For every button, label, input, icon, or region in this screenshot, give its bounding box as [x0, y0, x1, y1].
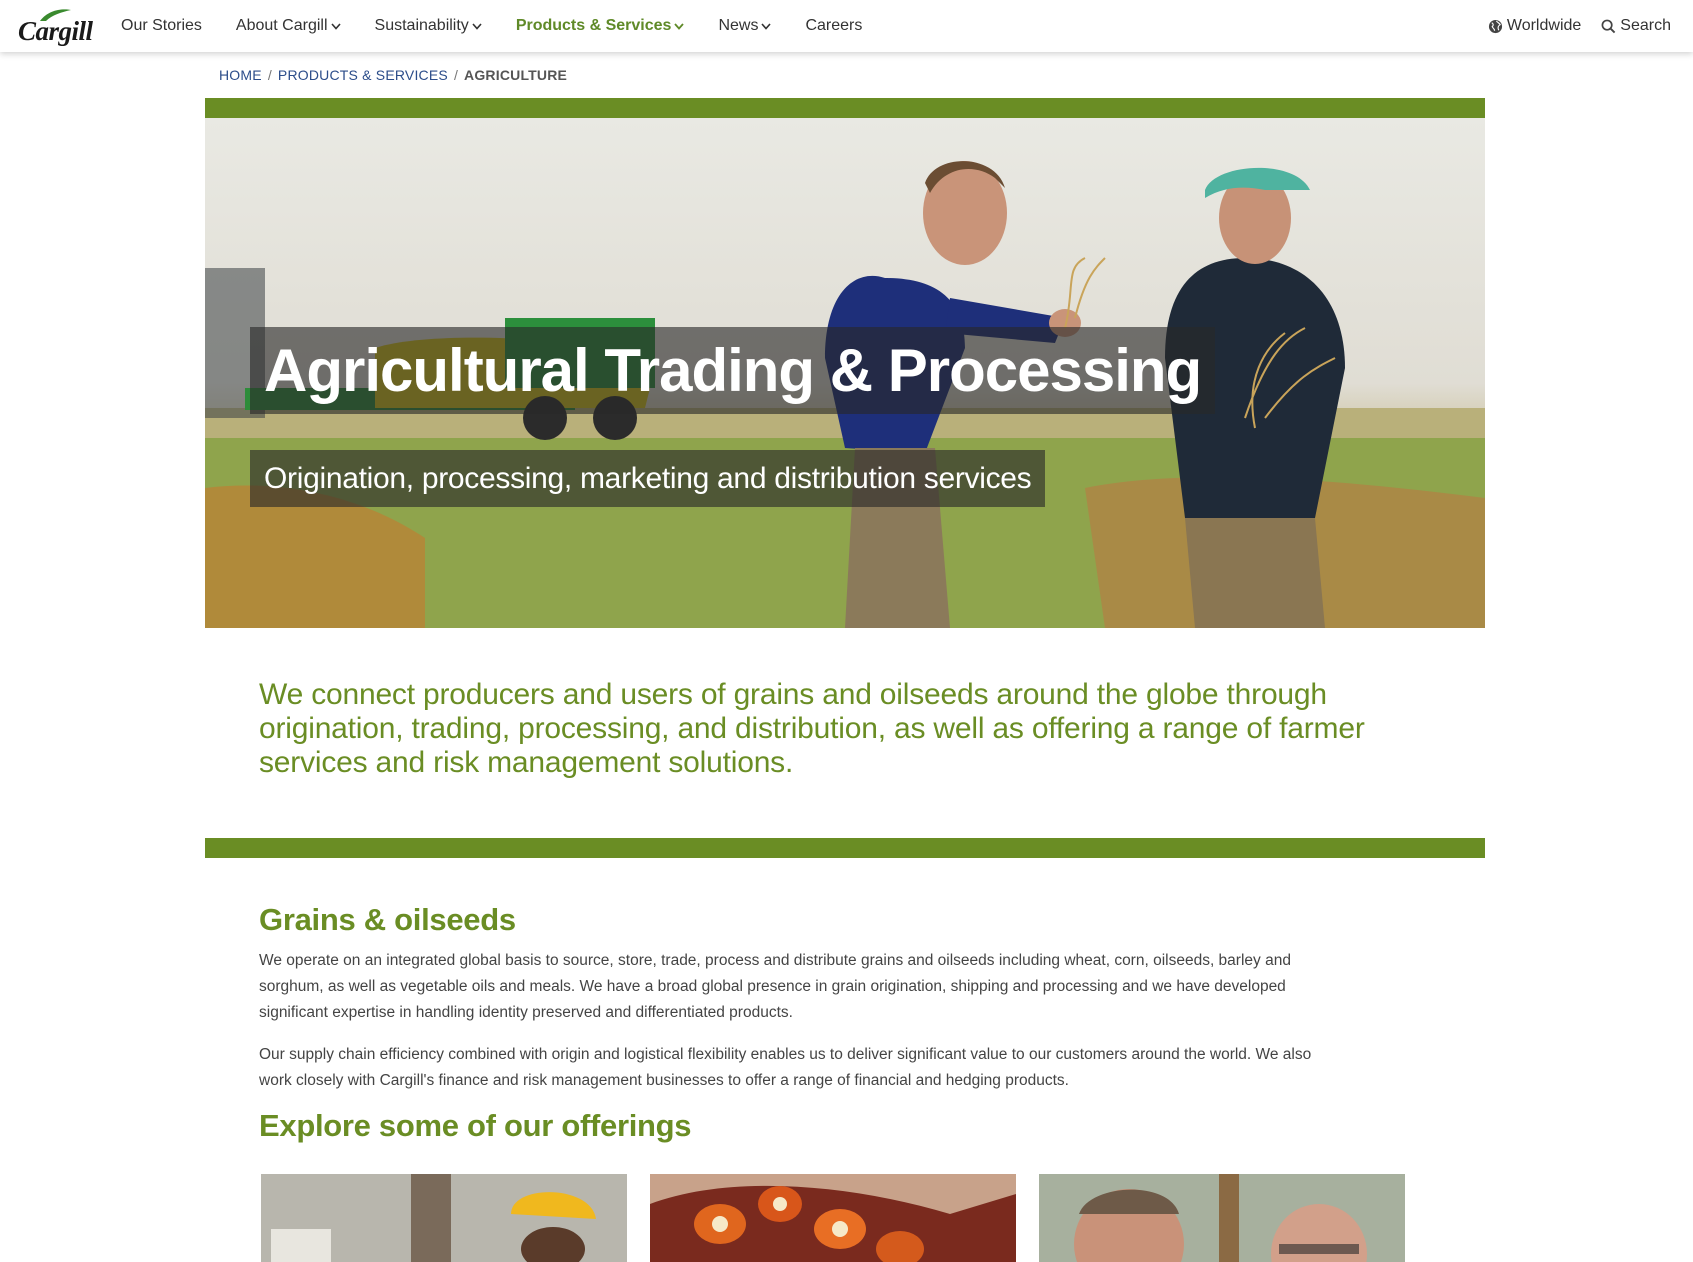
chevron-down-icon	[674, 22, 685, 30]
hero-accent-bar	[205, 98, 1485, 118]
section-accent-bar	[205, 838, 1485, 858]
nav-our-stories[interactable]: Our Stories	[121, 17, 202, 35]
breadcrumb-separator: /	[453, 67, 459, 83]
section-paragraph-1: We operate on an integrated global basis…	[259, 952, 1291, 1021]
breadcrumb-current: AGRICULTURE	[464, 67, 568, 83]
header-utilities: Worldwide Search	[1468, 0, 1671, 52]
top-navigation-bar: Cargill Our Stories About Cargill Sustai…	[0, 0, 1693, 52]
hero-banner: Agricultural Trading & Processing Origin…	[205, 118, 1485, 628]
nav-label: Sustainability	[374, 17, 469, 34]
offering-card-image-people	[1039, 1174, 1405, 1262]
nav-news[interactable]: News	[718, 17, 772, 35]
nav-label: Careers	[805, 17, 863, 34]
breadcrumb: HOME / PRODUCTS & SERVICES / AGRICULTURE	[219, 67, 567, 83]
breadcrumb-products-link[interactable]: PRODUCTS & SERVICES	[278, 67, 448, 83]
chevron-down-icon	[472, 22, 482, 30]
section-paragraph-2: Our supply chain efficiency combined wit…	[259, 1046, 1312, 1089]
chevron-down-icon	[761, 22, 772, 30]
main-nav: Our Stories About Cargill Sustainability…	[121, 0, 896, 52]
logo-wordmark: Cargill	[18, 16, 93, 46]
offering-card[interactable]	[261, 1174, 627, 1262]
nav-sustainability[interactable]: Sustainability	[375, 17, 482, 35]
section-heading-grains-oilseeds: Grains & oilseeds	[259, 902, 516, 937]
nav-label: Our Stories	[121, 17, 202, 34]
hero-subtitle: Origination, processing, marketing and d…	[264, 461, 1032, 495]
worldwide-selector[interactable]: Worldwide	[1488, 17, 1581, 35]
globe-icon	[1488, 19, 1502, 33]
hero-title-box: Agricultural Trading & Processing	[250, 327, 1216, 414]
hero-subtitle-box: Origination, processing, marketing and d…	[250, 450, 1046, 507]
worldwide-label: Worldwide	[1506, 17, 1582, 34]
offering-card[interactable]	[1039, 1174, 1405, 1262]
search-button[interactable]: Search	[1601, 17, 1671, 35]
search-label: Search	[1620, 17, 1671, 34]
nav-products-services[interactable]: Products & Services	[516, 17, 685, 35]
hero-title: Agricultural Trading & Processing	[264, 337, 1202, 404]
chevron-down-icon	[330, 22, 341, 30]
offering-card[interactable]	[650, 1174, 1016, 1262]
explore-offerings-heading: Explore some of our offerings	[259, 1108, 692, 1143]
intro-statement: We connect producers and users of grains…	[259, 678, 1365, 779]
cargill-logo[interactable]: Cargill	[18, 8, 94, 46]
offering-card-image-worker	[261, 1174, 627, 1262]
nav-label: Products & Services	[515, 17, 672, 34]
nav-label: About Cargill	[235, 17, 328, 34]
nav-careers[interactable]: Careers	[805, 17, 862, 35]
search-icon	[1601, 19, 1616, 33]
breadcrumb-home-link[interactable]: HOME	[219, 67, 262, 83]
nav-label: News	[718, 17, 759, 34]
offering-card-image-palm-fruit	[650, 1174, 1016, 1262]
nav-about-cargill[interactable]: About Cargill	[236, 17, 341, 35]
breadcrumb-separator: /	[267, 67, 272, 83]
